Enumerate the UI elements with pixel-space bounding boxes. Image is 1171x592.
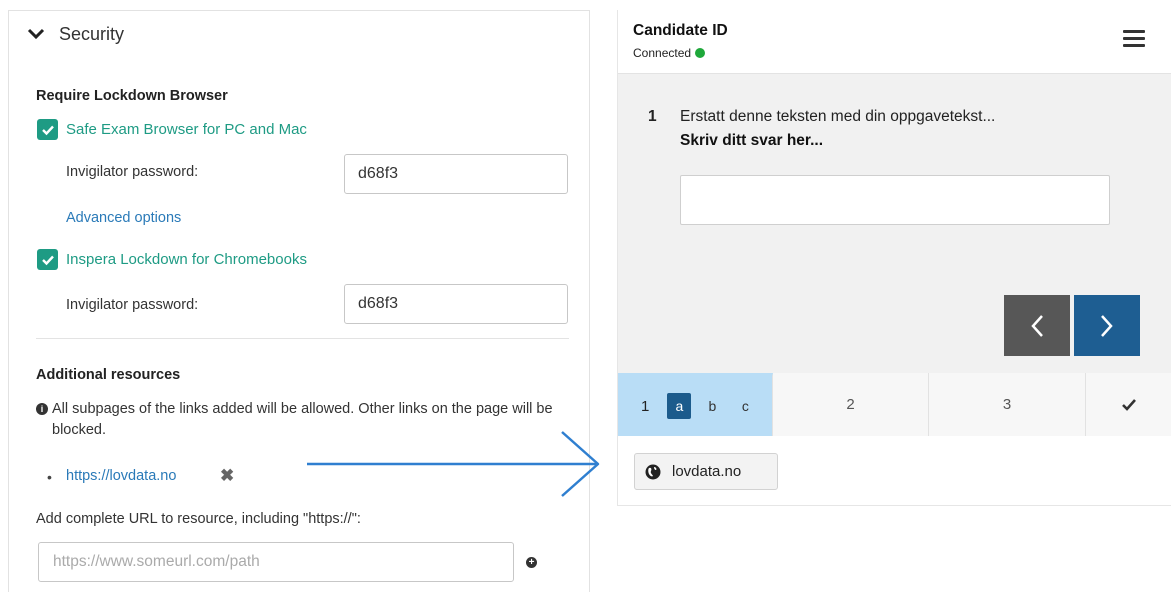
bullet: • <box>47 469 52 485</box>
tab-submit[interactable] <box>1086 373 1171 436</box>
add-url-label: Add complete URL to resource, including … <box>36 511 361 527</box>
seb-checkbox-row[interactable]: Safe Exam Browser for PC and Mac <box>37 119 307 140</box>
lockdown-heading: Require Lockdown Browser <box>36 88 228 104</box>
status-text: Connected <box>633 46 692 60</box>
checkmark-icon <box>41 255 54 265</box>
subtab-b[interactable]: b <box>700 393 724 419</box>
next-button[interactable] <box>1074 295 1140 356</box>
answer-prompt: Skriv ditt svar her... <box>680 132 824 149</box>
remove-resource-icon[interactable]: ✖ <box>220 466 234 486</box>
chevron-right-icon <box>1101 314 1113 337</box>
question-text: Erstatt denne teksten med din oppgavetek… <box>680 108 996 125</box>
subtab-c[interactable]: c <box>733 393 757 419</box>
seb-checkbox[interactable] <box>37 119 58 140</box>
tab-question-3[interactable]: 3 <box>929 373 1086 436</box>
chromebook-label: Inspera Lockdown for Chromebooks <box>66 251 307 268</box>
candidate-header: Candidate ID Connected <box>618 10 1171 74</box>
section-title: Security <box>59 23 125 44</box>
tab-question-2[interactable]: 2 <box>773 373 929 436</box>
candidate-title: Candidate ID <box>633 22 728 39</box>
chromebook-password-label: Invigilator password: <box>66 297 199 313</box>
candidate-view: Candidate ID Connected 1 Erstatt denne t… <box>617 10 1171 506</box>
add-resource-icon[interactable]: + <box>526 557 537 568</box>
chromebook-checkbox-row[interactable]: Inspera Lockdown for Chromebooks <box>37 249 307 270</box>
connection-status: Connected <box>633 46 706 60</box>
security-settings-panel: Security Require Lockdown Browser Safe E… <box>8 10 590 592</box>
answer-input[interactable] <box>680 175 1110 225</box>
seb-password-input[interactable] <box>344 154 568 194</box>
divider <box>36 338 569 339</box>
subtab-a[interactable]: a <box>667 393 692 419</box>
tab-number: 1 <box>641 397 650 415</box>
seb-label: Safe Exam Browser for PC and Mac <box>66 121 307 138</box>
advanced-options-link[interactable]: Advanced options <box>66 210 181 226</box>
resource-button[interactable]: lovdata.no <box>634 453 778 490</box>
chromebook-password-input[interactable] <box>344 284 568 324</box>
info-icon: i <box>36 403 48 415</box>
security-section-toggle[interactable]: Security <box>27 24 124 44</box>
arrow-icon <box>307 431 600 497</box>
resource-label: lovdata.no <box>672 463 742 480</box>
chromebook-checkbox[interactable] <box>37 249 58 270</box>
question-navigation: 1 a b c 2 3 <box>618 373 1171 436</box>
seb-password-label: Invigilator password: <box>66 164 199 180</box>
hamburger-menu-icon[interactable] <box>1123 30 1145 48</box>
chevron-left-icon <box>1031 314 1043 337</box>
question-number: 1 <box>648 108 657 125</box>
status-dot <box>695 48 706 58</box>
globe-icon <box>645 464 661 479</box>
checkmark-icon <box>41 125 54 135</box>
previous-button[interactable] <box>1004 295 1070 356</box>
resources-heading: Additional resources <box>36 367 181 383</box>
question-area: 1 Erstatt denne teksten med din oppgavet… <box>618 74 1171 373</box>
checkmark-icon <box>1122 399 1136 411</box>
tab-question-1[interactable]: 1 a b c <box>618 373 773 436</box>
resource-link[interactable]: https://lovdata.no <box>66 468 176 484</box>
resource-url-input[interactable] <box>38 542 514 582</box>
chevron-down-icon <box>27 28 45 40</box>
